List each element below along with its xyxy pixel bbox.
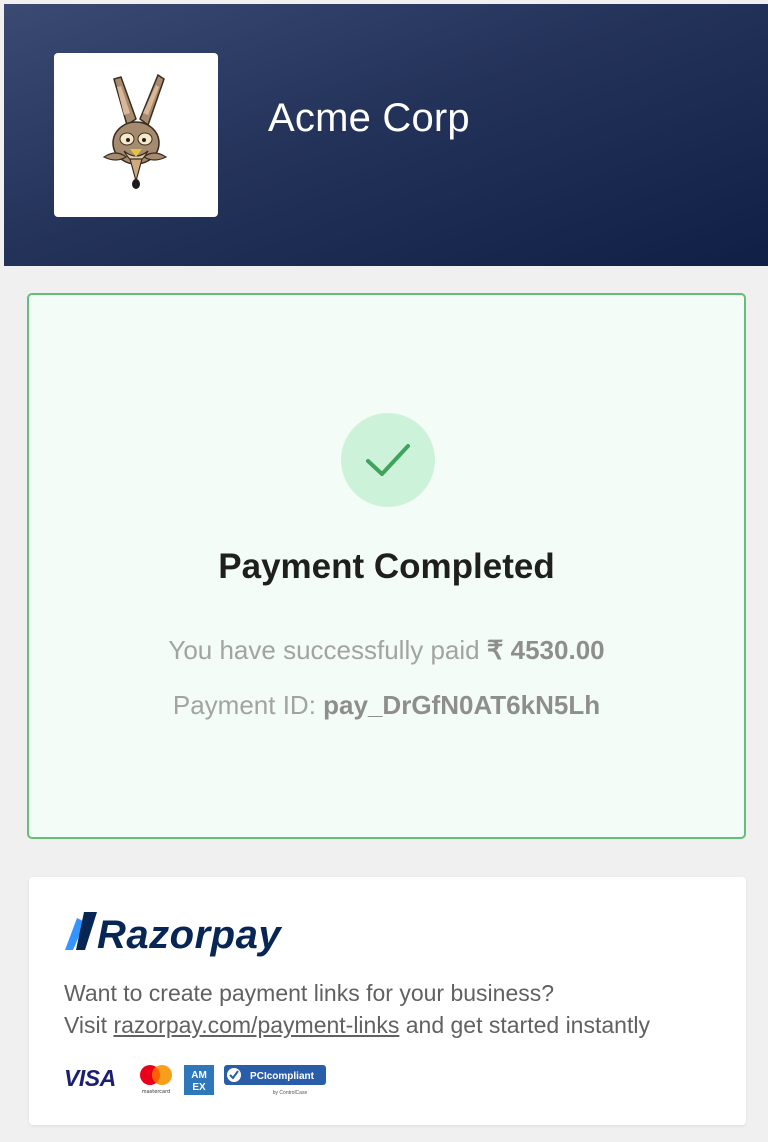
visa-logo: VISA: [64, 1065, 116, 1091]
paid-prefix: You have successfully paid: [168, 635, 480, 665]
success-badge: [341, 413, 435, 507]
coyote-logo-icon: [102, 73, 168, 189]
pci-label: PCIcompliant: [250, 1071, 315, 1082]
payment-status-card: Payment Completed You have successfully …: [27, 293, 746, 839]
mastercard-caption: mastercard: [142, 1089, 170, 1095]
checkmark-icon: [366, 444, 410, 476]
mastercard-logo-icon: mastercard: [140, 1065, 172, 1095]
pci-sub-label: by ControlCase: [273, 1090, 308, 1096]
payment-links-link[interactable]: razorpay.com/payment-links: [113, 1012, 399, 1038]
promo-line-2: Visit razorpay.com/payment-links and get…: [64, 1009, 650, 1041]
pci-compliant-badge-icon: PCIcompliant by ControlCase: [224, 1065, 326, 1096]
promo-line-1: Want to create payment links for your bu…: [64, 980, 555, 1006]
svg-text:AM: AM: [191, 1070, 207, 1081]
razorpay-logo: Razorpay: [63, 910, 303, 960]
razorpay-wordmark: Razorpay: [97, 913, 282, 957]
promo-text: Want to create payment links for your bu…: [64, 977, 650, 1041]
razorpay-mark-icon: [65, 912, 97, 950]
status-title: Payment Completed: [218, 547, 555, 586]
payment-id-value: pay_DrGfN0AT6kN5Lh: [323, 690, 601, 720]
merchant-header: Acme Corp: [4, 4, 768, 266]
merchant-logo: [54, 53, 218, 217]
company-name: Acme Corp: [268, 96, 470, 140]
payment-id-label: Payment ID:: [172, 690, 316, 720]
promo-visit-label: Visit: [64, 1012, 108, 1038]
amex-logo-icon: AM EX: [184, 1065, 214, 1095]
payment-id-line: Payment ID: pay_DrGfN0AT6kN5Lh: [29, 690, 744, 721]
promo-line-2-suffix: and get started instantly: [405, 1012, 650, 1038]
razorpay-promo-card: Razorpay Want to create payment links fo…: [29, 877, 746, 1125]
svg-text:EX: EX: [192, 1082, 206, 1093]
paid-amount: ₹ 4530.00: [486, 635, 605, 665]
paid-amount-line: You have successfully paid ₹ 4530.00: [29, 635, 744, 666]
